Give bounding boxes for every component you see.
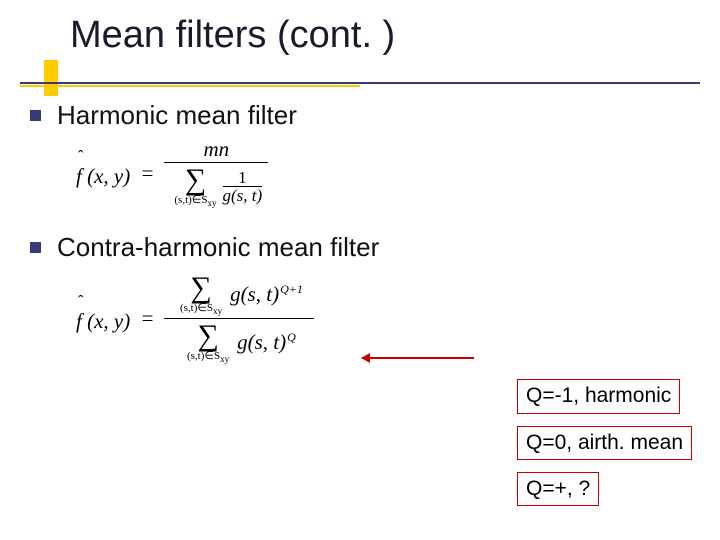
sum-subscript-xy: xy: [213, 306, 222, 316]
ratio-numerator: ∑ (s,t)∈Sxy g(s, t)Q+1: [170, 271, 309, 318]
sigma-icon: ∑ (s,t)∈Sxy: [183, 321, 233, 364]
accent-square: [44, 60, 58, 96]
arrow-icon: [362, 357, 474, 359]
title-underline: [20, 82, 700, 84]
annotation-box: Q=-1, harmonic: [517, 379, 680, 413]
fhat-symbol: ˆf (x, y): [76, 303, 130, 334]
formula-harmonic: ˆf (x, y) = mn ∑ (s,t)∈Sxy 1 g(s, t): [76, 137, 690, 210]
formula-contra-harmonic: ˆf (x, y) = ∑ (s,t)∈Sxy g(s, t)Q+1 ∑ (s,…: [76, 271, 690, 366]
sigma-icon: ∑ (s,t)∈Sxy: [176, 273, 226, 316]
sum-subscript-xy: xy: [208, 198, 217, 208]
annotation-boxes: Q=-1, harmonic Q=0, airth. mean Q=+, ?: [517, 379, 692, 506]
slide-title: Mean filters (cont. ): [70, 14, 700, 58]
equals-sign: =: [140, 306, 154, 331]
sigma-icon: ∑ (s,t)∈Sxy: [170, 165, 220, 208]
exponent-bottom: Q: [287, 330, 296, 344]
bullet-text: Contra-harmonic mean filter: [57, 232, 379, 263]
square-bullet-icon: [30, 110, 41, 121]
fhat-symbol: ˆf (x, y): [76, 158, 130, 189]
inner-fraction: 1 g(s, t): [223, 169, 263, 204]
square-bullet-icon: [30, 242, 41, 253]
sum-subscript: (s,t)∈S: [180, 302, 213, 314]
bullet-item: Harmonic mean filter: [30, 100, 690, 131]
exponent-top: Q+1: [280, 282, 303, 296]
sum-subscript: (s,t)∈S: [174, 194, 207, 206]
g-term: g(s, t): [230, 282, 279, 306]
annotation-box: Q=+, ?: [517, 472, 599, 506]
bullet-text: Harmonic mean filter: [57, 100, 297, 131]
bullet-item: Contra-harmonic mean filter: [30, 232, 690, 263]
lhs-text: f (x, y): [76, 164, 130, 188]
inner-num: 1: [238, 169, 247, 186]
inner-den: g(s, t): [223, 187, 263, 204]
ratio-denominator: ∑ (s,t)∈Sxy g(s, t)Q: [177, 319, 302, 366]
sum-subscript-xy: xy: [220, 355, 229, 365]
slide-title-area: Mean filters (cont. ): [20, 14, 700, 58]
lhs-text: f (x, y): [76, 309, 130, 333]
fraction-numerator: mn: [197, 137, 235, 162]
equals-sign: =: [140, 161, 154, 186]
g-term: g(s, t): [237, 330, 286, 354]
ratio-fraction: ∑ (s,t)∈Sxy g(s, t)Q+1 ∑ (s,t)∈Sxy g(s, …: [164, 271, 314, 366]
slide-body: Harmonic mean filter ˆf (x, y) = mn ∑ (s…: [30, 100, 690, 367]
annotation-box: Q=0, airth. mean: [517, 426, 692, 460]
main-fraction: mn ∑ (s,t)∈Sxy 1 g(s, t): [164, 137, 268, 210]
sum-subscript: (s,t)∈S: [187, 350, 220, 362]
